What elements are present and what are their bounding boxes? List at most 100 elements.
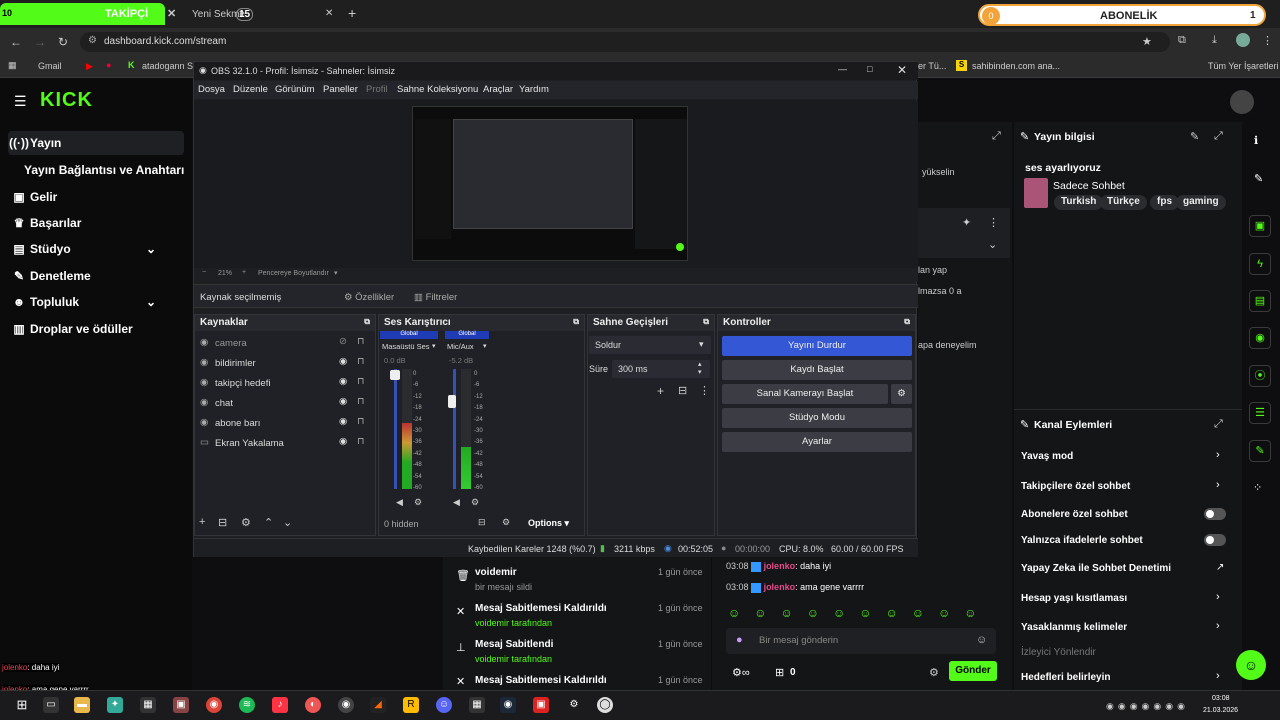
zoom-out-icon[interactable]: − bbox=[202, 269, 206, 276]
action-yavas-mod[interactable]: Yavaş mod bbox=[1021, 451, 1073, 462]
chevron-right-icon[interactable]: › bbox=[1216, 591, 1220, 603]
maximize-icon[interactable]: □ bbox=[867, 64, 872, 74]
source-item[interactable]: ◉ abone barı ◉ ⊓ bbox=[194, 413, 372, 433]
eye-icon[interactable]: ◉ bbox=[339, 436, 347, 447]
more-icon[interactable]: ⋮ bbox=[988, 216, 999, 229]
url-field[interactable]: ⚙ dashboard.kick.com/stream ★ bbox=[80, 32, 1170, 52]
pin-icon[interactable]: ✦ bbox=[962, 216, 971, 229]
options-button[interactable]: Options ▾ bbox=[528, 518, 569, 529]
download-icon[interactable]: ⤓ bbox=[1212, 34, 1217, 47]
calculator-icon[interactable]: ▦ bbox=[140, 697, 156, 713]
volume-slider-knob[interactable] bbox=[390, 370, 400, 380]
lock-icon[interactable]: ⊓ bbox=[357, 416, 364, 427]
obs-icon[interactable]: ◉ bbox=[338, 697, 354, 713]
duration-input[interactable]: 300 ms ▴ ▾ bbox=[612, 360, 710, 378]
menu-paneller[interactable]: Paneller bbox=[323, 84, 358, 95]
app-icon[interactable]: ▣ bbox=[173, 697, 189, 713]
hamburger-icon[interactable]: ☰ bbox=[14, 93, 27, 110]
nav-studyo[interactable]: ▤ Stüdyo ⌄ bbox=[8, 237, 184, 261]
source-item[interactable]: ▭ Ekran Yakalama ◉ ⊓ bbox=[194, 433, 372, 453]
forward-icon[interactable]: → bbox=[34, 35, 46, 49]
action-hesap-yasi[interactable]: Hesap yaşı kısıtlaması bbox=[1021, 593, 1127, 604]
preview-area[interactable] bbox=[194, 100, 918, 268]
tab-close-icon[interactable]: ✕ bbox=[325, 8, 333, 19]
toggle-ifade[interactable] bbox=[1204, 534, 1226, 546]
bookmark-sahibinden[interactable]: sahibinden.com ana... bbox=[972, 61, 1060, 71]
chat-settings-icon[interactable]: ⚙ bbox=[929, 666, 939, 679]
taskview-icon[interactable]: ▭ bbox=[43, 697, 59, 713]
chevron-right-icon[interactable]: › bbox=[1216, 620, 1220, 632]
chevron-right-icon[interactable]: › bbox=[1216, 449, 1220, 461]
menu-profil[interactable]: Profil bbox=[366, 84, 388, 95]
bookmark-er[interactable]: er Tü... bbox=[918, 61, 946, 71]
chevron-down-icon[interactable]: ▾ bbox=[432, 342, 436, 350]
speaker-icon[interactable]: ◀ bbox=[396, 497, 403, 508]
add-transition-icon[interactable]: + bbox=[657, 384, 664, 398]
new-tab-icon[interactable]: + bbox=[348, 5, 356, 21]
tab-yeni-sekme[interactable]: Yeni Sekme 15 ✕ bbox=[170, 3, 340, 25]
eye-icon[interactable]: ◉ bbox=[339, 376, 347, 387]
bookmark-atadogann[interactable]: atadogann Str bbox=[142, 61, 199, 71]
filters-button[interactable]: ▥ Filtreler bbox=[414, 292, 457, 303]
eye-icon[interactable]: ◉ bbox=[339, 356, 347, 367]
source-item[interactable]: ◉ takipçi hedefi ◉ ⊓ bbox=[194, 373, 372, 393]
expand-icon[interactable]: ⤢ bbox=[992, 130, 1001, 143]
lock-icon[interactable]: ⊓ bbox=[357, 376, 364, 387]
expand-icon[interactable]: ⤢ bbox=[1214, 130, 1223, 143]
minimize-icon[interactable]: — bbox=[838, 64, 847, 74]
broadcast-icon[interactable]: ⦿ bbox=[1249, 365, 1271, 387]
volume-slider-track[interactable] bbox=[394, 369, 397, 489]
transition-more-icon[interactable]: ⋮ bbox=[699, 384, 710, 397]
undock-icon[interactable]: ⧉ bbox=[703, 317, 709, 327]
channel-gear-icon[interactable]: ⚙ bbox=[471, 497, 479, 508]
move-down-icon[interactable]: ⌄ bbox=[283, 516, 292, 529]
tab-takipci[interactable]: 10 TAKİPÇİ ✕ bbox=[0, 3, 176, 25]
fit-mode[interactable]: Pencereye Boyutlandır bbox=[258, 270, 329, 277]
category-name[interactable]: Sadece Sohbet bbox=[1053, 180, 1125, 192]
app-icon[interactable]: ▣ bbox=[533, 697, 549, 713]
lock-icon[interactable]: ⊓ bbox=[357, 436, 364, 447]
menu-icon[interactable]: ⋮ bbox=[1262, 34, 1273, 47]
lock-icon[interactable]: ⊓ bbox=[357, 336, 364, 347]
edit-icon[interactable]: ✎ bbox=[1190, 130, 1199, 143]
pencil-icon[interactable]: ✎ bbox=[1254, 172, 1263, 185]
app-icon[interactable]: ✦ bbox=[107, 697, 123, 713]
bolt-icon[interactable]: ϟ bbox=[1249, 253, 1271, 275]
close-icon[interactable]: ✕ bbox=[897, 63, 907, 77]
chat-input[interactable]: ● Bir mesaj gönderin ☺ bbox=[726, 628, 996, 654]
nav-droplar[interactable]: ▥ Droplar ve ödüller bbox=[8, 317, 184, 341]
source-item[interactable]: ◉ bildirimler ◉ ⊓ bbox=[194, 353, 372, 373]
support-chat-icon[interactable]: ☺ bbox=[1236, 650, 1266, 680]
bookmark-gmail[interactable]: Gmail bbox=[38, 61, 62, 71]
start-virtualcam-button[interactable]: Sanal Kamerayı Başlat bbox=[722, 384, 888, 404]
virtualcam-settings-icon[interactable]: ⚙ bbox=[891, 384, 912, 404]
spotify-icon[interactable]: ≋ bbox=[239, 697, 255, 713]
expand-icon[interactable]: ⤢ bbox=[1214, 418, 1223, 431]
remove-icon[interactable]: ⊟ bbox=[218, 516, 227, 529]
properties-button[interactable]: ⚙ Özellikler bbox=[344, 292, 394, 303]
pinterest-icon[interactable]: ● bbox=[106, 60, 111, 70]
nav-topluluk[interactable]: ☻ Topluluk ⌄ bbox=[8, 290, 184, 314]
gear-icon[interactable]: ⚙ bbox=[241, 516, 251, 529]
start-recording-button[interactable]: Kaydı Başlat bbox=[722, 360, 912, 380]
lock-icon[interactable]: ⊓ bbox=[357, 396, 364, 407]
eye-icon[interactable]: ◉ bbox=[339, 416, 347, 427]
zoom-in-icon[interactable]: + bbox=[242, 269, 246, 276]
volume-slider-knob[interactable] bbox=[448, 395, 456, 408]
transition-select[interactable]: Soldur ▾ bbox=[589, 336, 711, 354]
site-info-icon[interactable]: ⚙ bbox=[88, 35, 97, 46]
action-yasakli-kelimeler[interactable]: Yasaklanmış kelimeler bbox=[1021, 622, 1127, 633]
windows-start-icon[interactable]: ⊞ bbox=[14, 697, 30, 713]
discord-icon[interactable]: ☺ bbox=[436, 697, 452, 713]
more-dots-icon[interactable]: ⁘ bbox=[1253, 481, 1262, 494]
advanced-audio-icon[interactable]: ⚙ bbox=[502, 517, 510, 528]
action-ai-denetim[interactable]: Yapay Zeka ile Sohbet Denetimi bbox=[1021, 563, 1171, 574]
youtube-icon[interactable]: ▶ bbox=[86, 61, 93, 72]
bookmark-all[interactable]: Tüm Yer İşaretleri bbox=[1208, 61, 1279, 71]
channel-gear-icon[interactable]: ⚙ bbox=[414, 497, 422, 508]
menu-sahne-koleksiyonu[interactable]: Sahne Koleksiyonu bbox=[397, 84, 478, 95]
mouse-app-icon[interactable]: ◯ bbox=[597, 697, 613, 713]
preview-canvas[interactable] bbox=[412, 106, 688, 261]
nav-yayin-baglantisi[interactable]: Yayın Bağlantısı ve Anahtarı bbox=[24, 158, 192, 182]
chevron-right-icon[interactable]: › bbox=[1216, 479, 1220, 491]
